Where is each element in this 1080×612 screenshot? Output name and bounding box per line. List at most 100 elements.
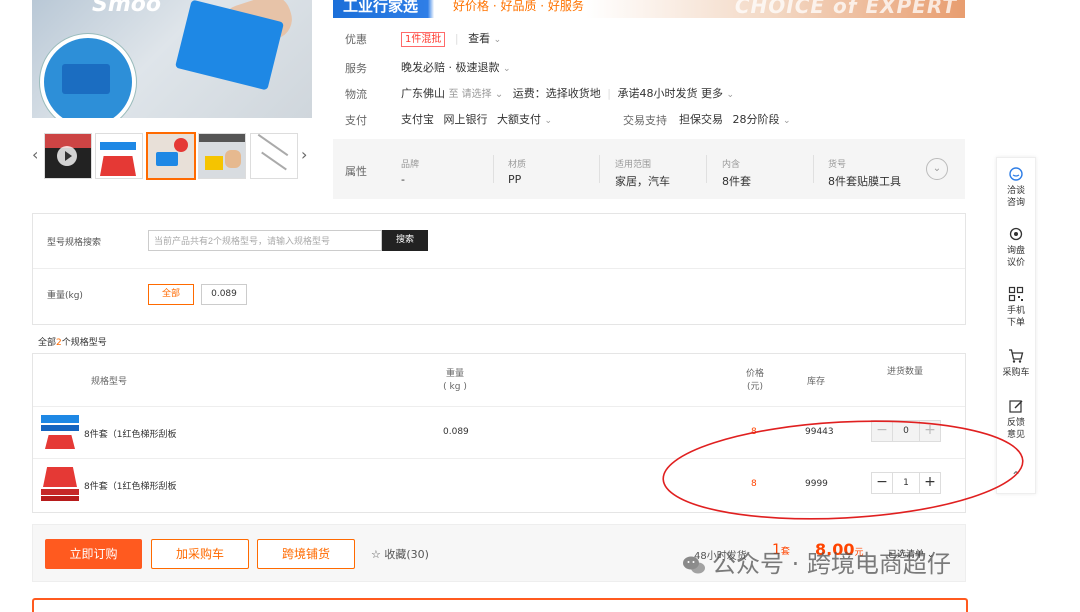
weight-option-all[interactable]: 全部 — [148, 284, 194, 305]
plus-icon[interactable]: + — [919, 473, 940, 493]
trade-support-row[interactable]: 担保交易 28分阶段 ⌄ — [679, 111, 791, 127]
attribute-brand: 品牌 - — [401, 160, 420, 186]
product-image-badge — [40, 34, 136, 118]
trade-support-label: 交易支持 — [623, 114, 667, 127]
row-stock: 9999 — [805, 479, 828, 489]
weight-filter-label: 重量(kg) — [47, 291, 83, 301]
chat-icon — [1009, 167, 1023, 181]
sidebar-item-inquiry[interactable]: 询盘议价 — [997, 226, 1035, 269]
attribute-material: 材质 PP — [508, 160, 527, 186]
chevron-down-icon: ⌄ — [494, 89, 504, 100]
payment-label: 支付 — [345, 114, 367, 127]
order-now-button[interactable]: 立即订购 — [45, 539, 142, 569]
minus-icon[interactable]: − — [872, 421, 893, 441]
qr-code-icon — [1008, 286, 1024, 302]
next-section-border — [32, 598, 968, 612]
main-product-image[interactable]: Smoo — [32, 0, 312, 118]
weight-option-0089[interactable]: 0.089 — [201, 284, 247, 305]
banner-title: 工业行家选 — [343, 0, 419, 15]
thumbnail-item[interactable] — [198, 133, 246, 179]
chevron-down-icon: ⌄ — [493, 35, 502, 45]
col-header-qty: 进货数量 — [887, 367, 924, 377]
thumbnail-item[interactable] — [250, 133, 298, 179]
row-weight: 0.089 — [443, 427, 469, 437]
edit-icon — [1009, 400, 1023, 413]
discount-view-link[interactable]: 查看 ⌄ — [468, 32, 501, 45]
expand-attributes-icon[interactable]: ⌄ — [926, 158, 948, 180]
chevron-down-icon: ⌄ — [544, 116, 553, 126]
quantity-stepper: − 1 + — [871, 472, 941, 494]
minus-icon[interactable]: − — [872, 473, 893, 493]
chevron-down-icon: ⌄ — [783, 116, 791, 126]
discount-label: 优惠 — [345, 33, 367, 46]
quantity-value[interactable]: 0 — [893, 421, 919, 441]
cross-border-button[interactable]: 跨境铺货 — [257, 539, 355, 569]
trade-staged: 28分阶段 — [732, 113, 780, 126]
sidebar-item-consult[interactable]: 洽谈咨询 — [997, 166, 1035, 209]
watermark: 公众号 · 跨境电商超仔 — [682, 544, 951, 579]
logistics-label: 物流 — [345, 88, 367, 101]
table-row: 8件套（1红色梯形刮板 0.089 8 99443 − 0 + — [33, 406, 965, 459]
row-thumbnail[interactable] — [41, 465, 79, 503]
row-spec-name: 8件套（1红色梯形刮板 — [84, 482, 177, 492]
row-price: 8 — [751, 479, 757, 489]
attribute-scope: 适用范围 家居，汽车 — [615, 160, 670, 188]
spec-search-button[interactable]: 搜索 — [382, 230, 428, 251]
payment-row: 支付宝 网上银行 大额支付 ⌄ — [401, 111, 552, 127]
spec-table: 规格型号 重量( kg ) 价格 (元) 库存 进货数量 8件套（1红色梯形刮板 … — [32, 353, 966, 513]
logistics-destination-select[interactable]: 至 请选择 ⌄ — [449, 89, 504, 100]
quantity-value[interactable]: 1 — [893, 473, 919, 493]
row-thumbnail[interactable] — [41, 413, 79, 451]
attributes-title: 属性 — [345, 165, 367, 178]
spec-count: 全部2个规格型号 — [38, 338, 107, 348]
table-row: 8件套（1红色梯形刮板 8 9999 − 1 + — [33, 458, 965, 511]
discount-row: 1件混批 | 查看 ⌄ — [401, 30, 501, 47]
back-to-top-button[interactable]: ⌃ — [997, 470, 1035, 484]
logistics-row: 广东佛山 至 请选择 ⌄ 运费：选择收货地 | 承诺48小时发货 更多 ⌄ — [401, 87, 735, 100]
plus-icon[interactable]: + — [919, 421, 940, 441]
logistics-fee[interactable]: 运费：选择收货地 — [513, 87, 601, 100]
thumbnail-strip: ‹ › — [32, 131, 312, 181]
payment-online-bank: 网上银行 — [443, 113, 488, 126]
star-icon: ☆ — [371, 548, 381, 561]
favorite-button[interactable]: ☆ 收藏(30) — [371, 546, 429, 562]
thumbnail-prev-icon[interactable]: ‹ — [32, 145, 38, 164]
payment-alipay: 支付宝 — [401, 113, 434, 126]
col-header-price: 价格 (元) — [745, 369, 764, 392]
banner-english: CHOICE of EXPERT — [734, 0, 957, 18]
thumbnail-item-selected[interactable] — [146, 132, 196, 180]
chevron-up-icon: ⌃ — [1010, 469, 1022, 483]
row-stock: 99443 — [805, 427, 834, 437]
cart-icon — [1009, 349, 1024, 363]
logistics-promise: 承诺48小时发货 — [617, 87, 698, 100]
spec-filter-panel: 型号规格搜索 搜索 重量(kg) 全部 0.089 — [32, 213, 966, 325]
attribute-contents: 内含 8件套 — [722, 160, 751, 188]
thumbnail-item[interactable] — [95, 133, 143, 179]
chevron-down-icon: ⌄ — [503, 64, 511, 74]
col-header-stock: 库存 — [807, 377, 826, 387]
col-header-spec: 规格型号 — [91, 377, 128, 387]
wechat-icon — [683, 556, 705, 574]
banner-slogan: 好价格 · 好品质 · 好服务 — [453, 0, 584, 13]
spec-search-input[interactable] — [148, 230, 382, 251]
col-header-weight: 重量( kg ) — [443, 369, 467, 392]
add-to-cart-button[interactable]: 加采购车 — [151, 539, 249, 569]
thumbnail-next-icon[interactable]: › — [301, 145, 307, 164]
product-image-brand-text: Smoo — [92, 0, 161, 17]
expert-choice-banner: 工业行家选 好价格 · 好品质 · 好服务 CHOICE of EXPERT — [333, 0, 965, 18]
service-value: 晚发必赔 · 极速退款 — [401, 61, 500, 74]
sidebar-item-mobile-order[interactable]: 手机下单 — [997, 286, 1035, 329]
service-label: 服务 — [345, 62, 367, 75]
trade-guarantee: 担保交易 — [679, 113, 723, 126]
thumbnail-video[interactable] — [44, 133, 92, 179]
play-icon — [57, 146, 77, 166]
service-row[interactable]: 晚发必赔 · 极速退款 ⌄ — [401, 59, 511, 75]
sidebar-item-cart[interactable]: 采购车 — [997, 348, 1035, 379]
attribute-item-no: 货号 8件套贴膜工具 — [828, 160, 901, 188]
payment-large-select[interactable]: 大额支付 ⌄ — [497, 113, 552, 126]
logistics-more-link[interactable]: 更多 ⌄ — [701, 87, 734, 100]
quantity-stepper: − 0 + — [871, 420, 941, 442]
sidebar-item-feedback[interactable]: 反馈意见 — [997, 398, 1035, 441]
chevron-down-icon: ⌄ — [726, 90, 735, 100]
spec-search-label: 型号规格搜索 — [47, 238, 102, 248]
